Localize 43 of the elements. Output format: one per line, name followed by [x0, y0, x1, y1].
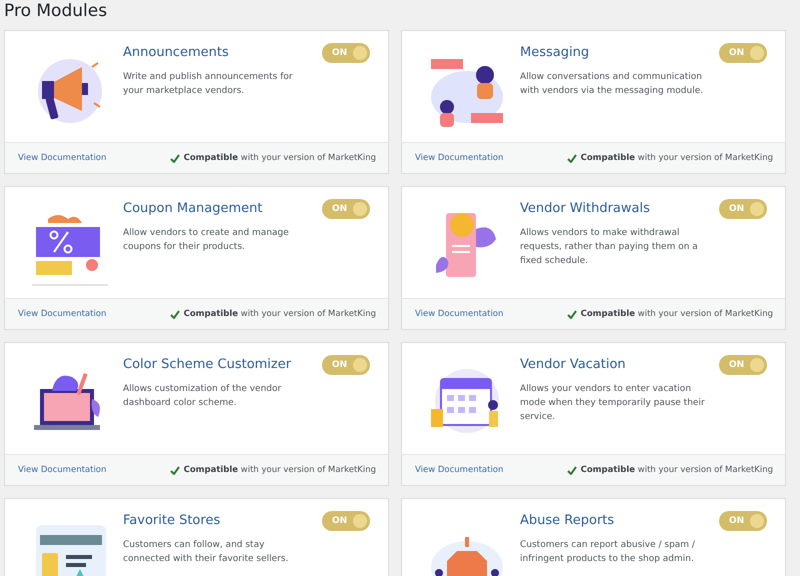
module-description: Customers can follow, and stay connected with their favorite sellers.: [123, 539, 290, 566]
compatibility-text: Compatible with your version of MarketKing: [580, 465, 773, 475]
documentation-link[interactable]: View Documentation: [18, 465, 106, 475]
compatibility-text: Compatible with your version of MarketKing: [580, 309, 773, 319]
toggle-switch[interactable]: ON: [322, 355, 370, 375]
module-title: Abuse Reports: [520, 513, 616, 528]
module-title: Vendor Vacation: [520, 357, 627, 372]
page-heading: Pro Modules: [4, 0, 108, 23]
documentation-link[interactable]: View Documentation: [18, 309, 106, 319]
documentation-link[interactable]: View Documentation: [18, 153, 106, 163]
toggle-switch[interactable]: ON: [719, 43, 767, 63]
module-title: Messaging: [520, 45, 590, 60]
toggle-switch[interactable]: ON: [719, 511, 767, 531]
module-title: Color Scheme Customizer: [123, 357, 292, 372]
check-icon: [566, 466, 577, 474]
toggle-switch[interactable]: ON: [322, 43, 370, 63]
check-icon: [566, 310, 577, 318]
toggle-switch[interactable]: ON: [322, 511, 370, 531]
module-description: Write and publish announcements for your marketplace vendors.: [123, 71, 294, 98]
module-description: Allows customization of the vendor dashboard color scheme.: [123, 383, 282, 410]
compatibility-text: Compatible with your version of MarketKing: [184, 153, 376, 163]
module-title: Vendor Withdrawals: [520, 201, 651, 216]
documentation-link[interactable]: View Documentation: [415, 309, 504, 319]
toggle-switch[interactable]: ON: [719, 199, 767, 219]
module-description: Allows your vendors to enter vacation mode when they temporarily pause their service.: [520, 383, 706, 424]
module-description: Allow vendors to create and manage coupons for their products.: [123, 227, 290, 254]
check-icon: [170, 154, 180, 162]
module-title: Favorite Stores: [123, 513, 222, 528]
compatibility-text: Compatible with your version of MarketKing: [580, 153, 773, 163]
documentation-link[interactable]: View Documentation: [415, 153, 504, 163]
module-title: Coupon Management: [123, 201, 264, 216]
toggle-switch[interactable]: ON: [322, 199, 370, 219]
check-icon: [170, 466, 180, 474]
compatibility-text: Compatible with your version of MarketKing: [184, 465, 376, 475]
documentation-link[interactable]: View Documentation: [415, 465, 504, 475]
module-description: Allow conversations and communication with vendors via the messaging module.: [520, 71, 704, 98]
toggle-switch[interactable]: ON: [719, 355, 767, 375]
compatibility-text: Compatible with your version of MarketKing: [184, 309, 376, 319]
module-description: Allows vendors to make withdrawal requests, rather than paying them on a fixed schedule.: [520, 227, 699, 268]
module-title: Announcements: [123, 45, 230, 60]
check-icon: [170, 310, 180, 318]
check-icon: [566, 154, 577, 162]
module-description: Customers can report abusive / spam / infringent products to the shop admin.: [520, 539, 696, 566]
